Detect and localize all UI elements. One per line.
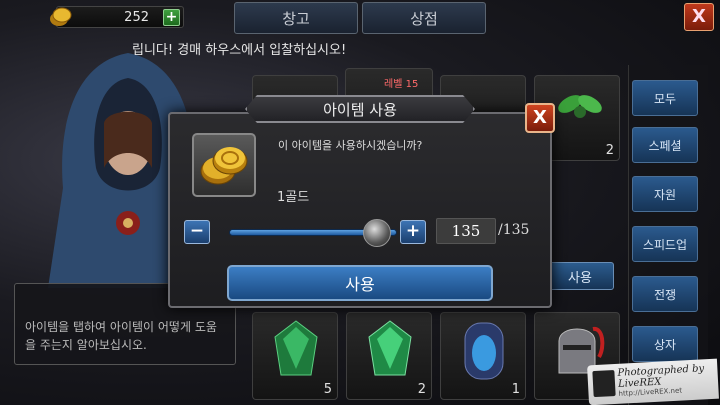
increase-quantity-button[interactable]: + <box>400 220 426 244</box>
quantity-input[interactable]: 135 <box>436 218 496 244</box>
plant-icon <box>558 95 602 118</box>
gold-coin-icon <box>50 7 72 26</box>
use-button[interactable]: 사용 <box>227 265 493 301</box>
use-item-button-background[interactable]: 사용 <box>546 262 614 290</box>
help-text: 아이템을 탭하여 아이템이 어떻게 도움을 주는지 알아보십시오. <box>25 320 217 352</box>
item-level-label: 레벨 15 <box>384 79 419 90</box>
category-chest[interactable]: 상자 <box>632 326 698 362</box>
quantity-max: /135 <box>498 222 530 238</box>
emerald-icon <box>274 320 318 376</box>
slider-handle[interactable] <box>363 219 391 247</box>
category-war[interactable]: 전쟁 <box>632 276 698 312</box>
item-slot[interactable]: 5 <box>252 312 338 400</box>
category-all[interactable]: 모두 <box>632 80 698 116</box>
item-count: 2 <box>605 143 614 158</box>
item-count: 1 <box>511 382 520 397</box>
tab-warehouse[interactable]: 창고 <box>234 2 358 34</box>
item-count: 2 <box>417 382 426 397</box>
gold-counter: 252 + <box>56 6 184 28</box>
category-speedup[interactable]: 스피드업 <box>632 226 698 262</box>
category-resources[interactable]: 자원 <box>632 176 698 212</box>
emerald-icon <box>368 320 412 376</box>
close-screen-button[interactable]: X <box>684 3 714 31</box>
decrease-quantity-button[interactable]: − <box>184 220 210 244</box>
item-name: 1골드 <box>277 190 310 205</box>
portal-icon <box>464 322 504 380</box>
item-slot[interactable]: 2 <box>346 312 432 400</box>
category-special[interactable]: 스페셜 <box>632 127 698 163</box>
confirm-question: 이 아이템을 사용하시겠습니까? <box>278 139 423 152</box>
watermark: Photographed by LiveREX http://LiveREX.n… <box>587 358 719 405</box>
item-slot[interactable]: 1 <box>440 312 526 400</box>
camera-logo-icon <box>592 370 616 398</box>
dialog-close-button[interactable]: X <box>525 103 555 133</box>
tab-shop[interactable]: 상점 <box>362 2 486 34</box>
item-count: 5 <box>323 382 332 397</box>
item-preview <box>192 133 256 197</box>
add-gold-button[interactable]: + <box>163 9 180 26</box>
gold-amount: 252 <box>124 10 149 25</box>
dialog-title: 아이템 사용 <box>245 95 475 123</box>
announcement-ticker: 립니다! 경매 하우스에서 입찰하십시오! <box>132 43 347 58</box>
gold-coins-icon <box>200 147 248 185</box>
